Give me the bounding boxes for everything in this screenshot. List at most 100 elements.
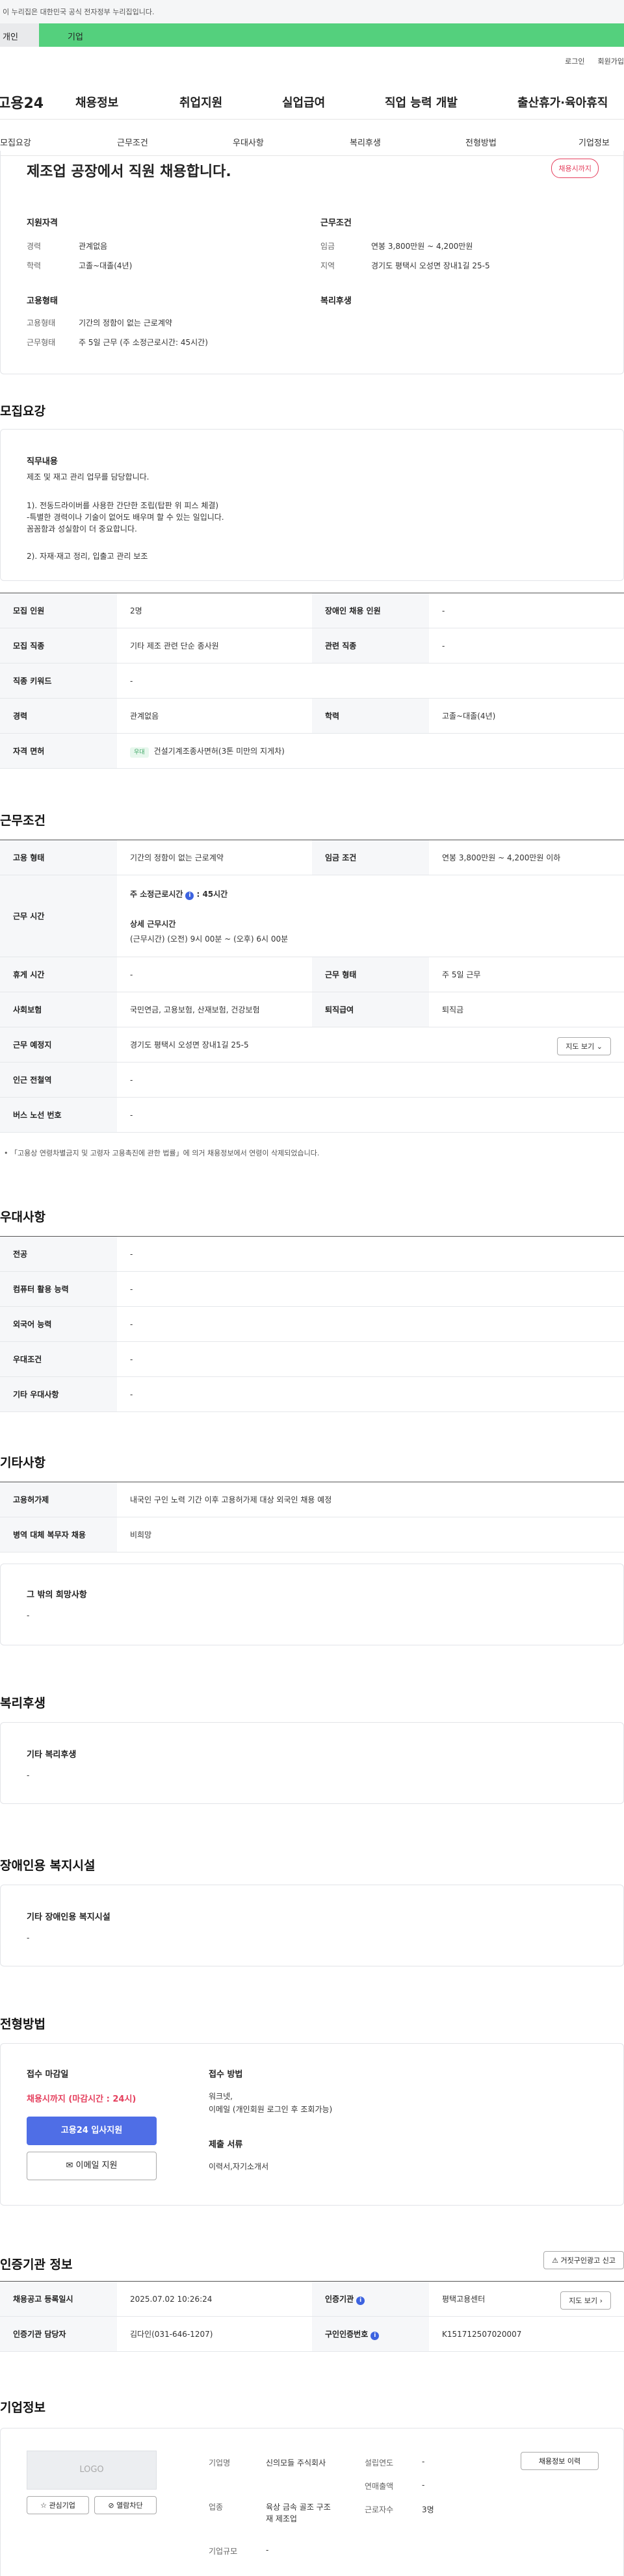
star-icon: ☆ [40, 2501, 47, 2510]
table-row: 휴게 시간 - 근무 형태 주 5일 근무 [0, 957, 624, 992]
related-value: - [429, 628, 624, 663]
table-row: 인증기관 담당자 김다인(031-646-1207) 구인인증번호 i K1517… [0, 2316, 624, 2352]
info-icon[interactable]: i [370, 2331, 380, 2340]
number-label: 구인인증번호 i [312, 2316, 429, 2352]
license-cell: 우대 건설기계조종사면허(3톤 미만의 지게차) [117, 733, 624, 769]
favorite-company-button[interactable]: ☆ 관심기업 [27, 2496, 89, 2514]
gnb-item-employment-support[interactable]: 취업지원 [179, 94, 282, 110]
gnb-item-jobs[interactable]: 채용정보 [75, 94, 179, 110]
login-link[interactable]: 로그인 [565, 56, 584, 66]
duty-line: 1). 전동드라이버를 사용한 간단한 조립(탑판 위 피스 체결) [27, 501, 219, 510]
other-value: - [27, 1611, 30, 1620]
subnav-recruit[interactable]: 모집요강 [0, 136, 31, 148]
age-note-text: 「고용상 연령차별금지 및 고령자 고용촉진에 관한 법률」에 의거 채용정보에… [10, 1149, 320, 1157]
agency-map-button[interactable]: 지도 보기 › [560, 2291, 611, 2310]
worktype-value: 주 5일 근무 (주 소정근로시간: 45시간) [79, 338, 208, 347]
report-fake-ad-button[interactable]: ⚠ 거짓구인광고 신고 [543, 2251, 624, 2269]
gnb-item-training[interactable]: 직업 능력 개발 [385, 94, 517, 110]
site-logo[interactable]: 고용24 [0, 92, 75, 112]
gnb-item-unemployment[interactable]: 실업급여 [282, 94, 385, 110]
subnav-selection[interactable]: 전형방법 [465, 136, 497, 148]
edu-value: 고졸~대졸(4년) [429, 698, 624, 734]
disabled-heading: 장애인용 복지시설 [0, 1859, 96, 1873]
job-label: 모집 직종 [0, 628, 117, 663]
duty-line: 2). 자재·재고 정리, 입출고 관리 보조 [27, 552, 148, 561]
place-value: 경기도 평택시 오성면 장내1길 25-5 [130, 1040, 249, 1050]
edu-value: 고졸~대졸(4년) [79, 261, 133, 270]
name-value: 신의모들 주식회사 [266, 2458, 326, 2467]
info-icon[interactable]: i [356, 2296, 365, 2305]
table-row: 병역 대체 복무자 채용 비희망 [0, 1517, 624, 1552]
region-value: 경기도 평택시 오성면 장내1길 25-5 [371, 261, 490, 270]
military-label: 병역 대체 복무자 채용 [0, 1517, 117, 1552]
pref-label: 컴퓨터 활용 능력 [0, 1271, 117, 1307]
apply-button[interactable]: 고용24 입사지원 [27, 2117, 157, 2145]
company-logo: LOGO [27, 2451, 157, 2490]
table-row: 외국어 능력 - [0, 1306, 624, 1342]
signup-link[interactable]: 회원가입 [598, 56, 624, 66]
global-nav: 고용24 채용정보 취업지원 실업급여 직업 능력 개발 출산휴가·육아휴직 [0, 84, 624, 120]
industry-label: 업종 [209, 2503, 224, 2512]
deadline-label: 접수 마감일 [27, 2070, 69, 2080]
number-value: K151712507020007 [429, 2316, 624, 2352]
pref-value: - [117, 1236, 624, 1272]
selection-heading: 전형방법 [0, 2017, 46, 2031]
hours-week: 주 소정근로시간 i: 45시간 [130, 888, 611, 900]
preference-heading: 우대사항 [0, 1210, 46, 1224]
duty-line: 제조 및 재고 관리 업무를 담당합니다. [27, 472, 150, 482]
pref-value: - [117, 1271, 624, 1307]
disabled-value: - [429, 593, 624, 628]
block-label: 열람차단 [116, 2501, 143, 2510]
worktype-label: 근무형태 [27, 338, 56, 347]
gov-notice: 이 누리집은 대한민국 공식 전자정부 누리집입니다. [0, 0, 624, 23]
siren-icon: ⚠ [552, 2256, 559, 2265]
preference-table: 전공 - 컴퓨터 활용 능력 - 외국어 능력 - 우대조건 - 기타 우대사항 - [0, 1236, 624, 1412]
method-value: 워크넷, [209, 2092, 233, 2101]
block-company-button[interactable]: ⊘ 열람차단 [94, 2496, 157, 2514]
deadline-value: 채용시까지 (마감시간 : 24시) [27, 2094, 136, 2104]
wage-label: 임금 조건 [312, 840, 429, 875]
recruit-table: 모집 인원 2명 장애인 채용 인원 - 모집 직종 기타 제조 관련 단순 종… [0, 593, 624, 769]
utility-links: 로그인 회원가입 [565, 56, 624, 66]
emp-title: 고용형태 [27, 296, 58, 306]
subnav-preference[interactable]: 우대사항 [233, 136, 264, 148]
subnav-welfare[interactable]: 복리후생 [350, 136, 381, 148]
map-button[interactable]: 지도 보기 ⌄ [557, 1037, 611, 1055]
welfare-title: 복리후생 [320, 296, 352, 306]
gnb-menu: 채용정보 취업지원 실업급여 직업 능력 개발 출산휴가·육아휴직 [75, 94, 608, 110]
email-apply-button[interactable]: ✉ 이메일 지원 [27, 2152, 157, 2180]
pref-value: - [117, 1306, 624, 1342]
hours-week-label: 주 소정근로시간 [130, 889, 183, 899]
info-icon[interactable]: i [185, 891, 194, 900]
employees-value: 3명 [422, 2505, 434, 2514]
table-row: 모집 직종 기타 제조 관련 단순 종사원 관련 직종 - [0, 628, 624, 663]
pref-value: - [117, 1376, 624, 1412]
foreign-value: 내국인 구인 노력 기간 이후 고용허가제 대상 외국인 채용 예정 [117, 1482, 624, 1517]
founded-value: - [422, 2457, 425, 2466]
recruit-heading: 모집요강 [0, 404, 46, 419]
tab-business[interactable]: 기업 [39, 23, 624, 47]
cond-title: 근무조건 [320, 218, 352, 228]
subnav-company[interactable]: 기업정보 [578, 136, 610, 148]
block-icon: ⊘ [108, 2501, 114, 2510]
insurance-label: 사회보험 [0, 992, 117, 1027]
company-heading: 기업정보 [0, 2401, 46, 2415]
regdate-label: 채용공고 등록일시 [0, 2281, 117, 2317]
recruit-history-button[interactable]: 채용정보 이력 [521, 2452, 599, 2470]
table-row: 우대조건 - [0, 1341, 624, 1377]
gnb-item-parental-leave[interactable]: 출산휴가·육아휴직 [517, 94, 608, 110]
docs-value: 이력서,자기소개서 [209, 2162, 269, 2171]
table-row: 컴퓨터 활용 능력 - [0, 1271, 624, 1307]
tab-individual[interactable]: 개인 [0, 23, 39, 47]
pref-label: 우대조건 [0, 1341, 117, 1377]
wage-label: 임금 [320, 242, 335, 251]
place-label: 근무 예정지 [0, 1027, 117, 1063]
table-row: 버스 노선 번호 - [0, 1097, 624, 1133]
agency-heading: 인증기관 정보 [0, 2258, 73, 2272]
summary-card: 제조업 공장에서 직원 채용합니다. 채용시까지 지원자격 경력 관계없음 학력… [0, 151, 624, 374]
welfare-card: 기타 복리후생 - [0, 1722, 624, 1804]
emptype-label: 고용형태 [27, 318, 56, 328]
subnav-conditions[interactable]: 근무조건 [117, 136, 148, 148]
disabled-card: 기타 장애인용 복지시설 - [0, 1885, 624, 1966]
method-value: 이메일 (개인회원 로그인 후 조회가능) [209, 2105, 333, 2114]
